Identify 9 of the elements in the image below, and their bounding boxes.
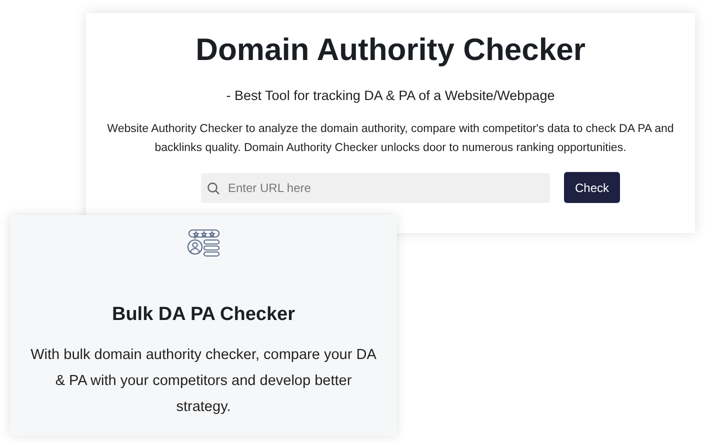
user-rating-icon [186, 229, 220, 257]
page-title: Domain Authority Checker [196, 31, 586, 69]
card-title: Bulk DA PA Checker [112, 303, 295, 327]
search-icon [206, 182, 220, 194]
check-button[interactable]: Check [564, 172, 620, 203]
subtitle: - Best Tool for tracking DA & PA of a Website/Webpage [226, 86, 555, 105]
card-description: With bulk domain authority checker, compare your DA & PA with your competitors and develop better strategy. [30, 346, 378, 416]
description: Website Authority Checker to analyze the domain authority, compare with competitor's data to check DA PA and backlinks quality. Domain Authority Checker unlocks door to numerous ranking opportunities. [106, 122, 675, 156]
url-field[interactable]: Enter URL here [200, 172, 550, 202]
